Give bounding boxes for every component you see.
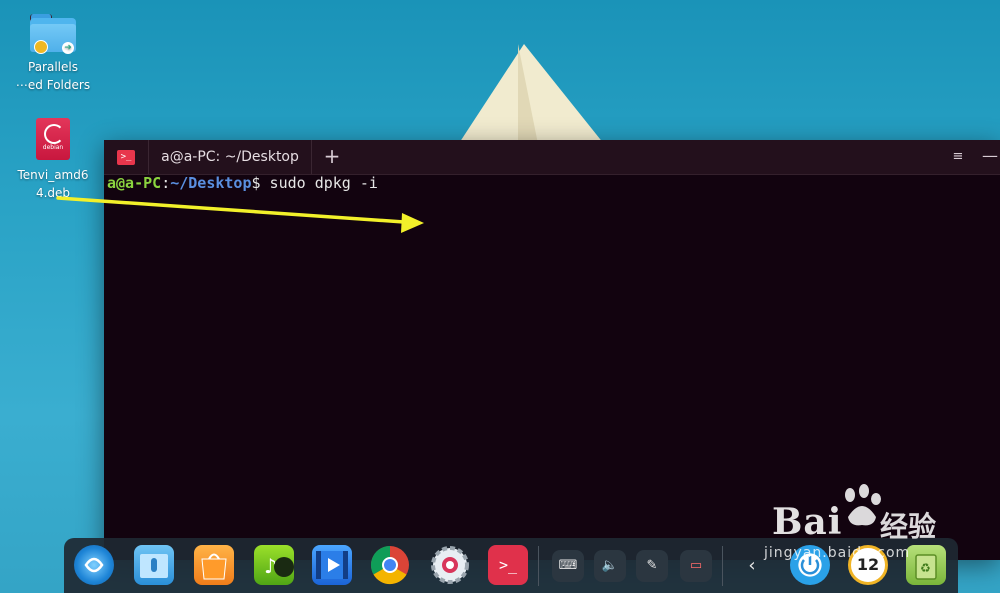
deb-package-icon: debian — [36, 118, 70, 160]
music-icon[interactable]: ♪ — [254, 545, 294, 585]
launcher-icon[interactable] — [74, 545, 114, 585]
settings-icon[interactable] — [430, 545, 470, 585]
deb-package-badge: debian — [42, 144, 64, 151]
watermark-brand: Bai — [772, 501, 843, 543]
prompt-user: a@a-PC — [107, 174, 162, 192]
folder-icon: ➜ — [30, 14, 76, 54]
dock-separator — [538, 546, 539, 586]
svg-text:♪: ♪ — [264, 554, 277, 578]
terminal-app-icon: >_ — [117, 150, 135, 165]
desktop-icon-tenvi-deb[interactable]: debian Tenvi_amd6 4.deb — [10, 118, 96, 202]
file-manager-icon[interactable] — [134, 545, 174, 585]
desktop-icon-label: ⋯ed Folders — [15, 78, 91, 92]
keyboard-icon[interactable]: ⌨ — [552, 550, 584, 582]
new-tab-button[interactable]: + — [318, 140, 346, 174]
chrome-icon[interactable] — [370, 545, 410, 585]
desktop-icon-parallels-folders[interactable]: ➜ Parallels ⋯ed Folders — [10, 14, 96, 94]
prompt-colon: : — [161, 174, 171, 192]
terminal-command-line[interactable]: a@a-PC:~/Desktop$ sudo dpkg -i — [107, 172, 378, 194]
command-text: sudo dpkg -i — [260, 174, 378, 192]
watermark-brand-cn: 经验 — [880, 510, 937, 543]
video-icon[interactable] — [312, 545, 352, 585]
watermark: Bai 经验 jingyan.baidu.com — [764, 483, 1000, 579]
volume-icon[interactable]: 🔈 — [594, 550, 626, 582]
desktop-icon-label: 4.deb — [35, 186, 71, 200]
menu-button[interactable]: ≡ — [950, 140, 966, 174]
desktop-icon-label: Parallels — [28, 60, 78, 74]
pen-icon[interactable]: ✎ — [636, 550, 668, 582]
app-store-icon[interactable] — [194, 545, 234, 585]
dock-separator — [722, 546, 723, 586]
prompt-path: ~/Desktop — [170, 174, 252, 192]
terminal-icon[interactable]: >_ — [488, 545, 528, 585]
minimize-button[interactable]: — — [982, 140, 998, 174]
tab-desktop[interactable]: a@a-PC: ~/Desktop — [148, 140, 312, 174]
wallpaper-pyramid-shade — [518, 44, 540, 154]
paw-icon — [845, 484, 881, 526]
prompt-symbol: $ — [251, 174, 261, 192]
terminal-titlebar[interactable]: >_ a@a-PC: ~/Desktop + ≡ — — [104, 140, 1000, 175]
watermark-url: jingyan.baidu.com — [764, 545, 911, 561]
battery-icon[interactable]: ▭ — [680, 550, 712, 582]
desktop-icon-label: Tenvi_amd6 — [17, 168, 89, 182]
